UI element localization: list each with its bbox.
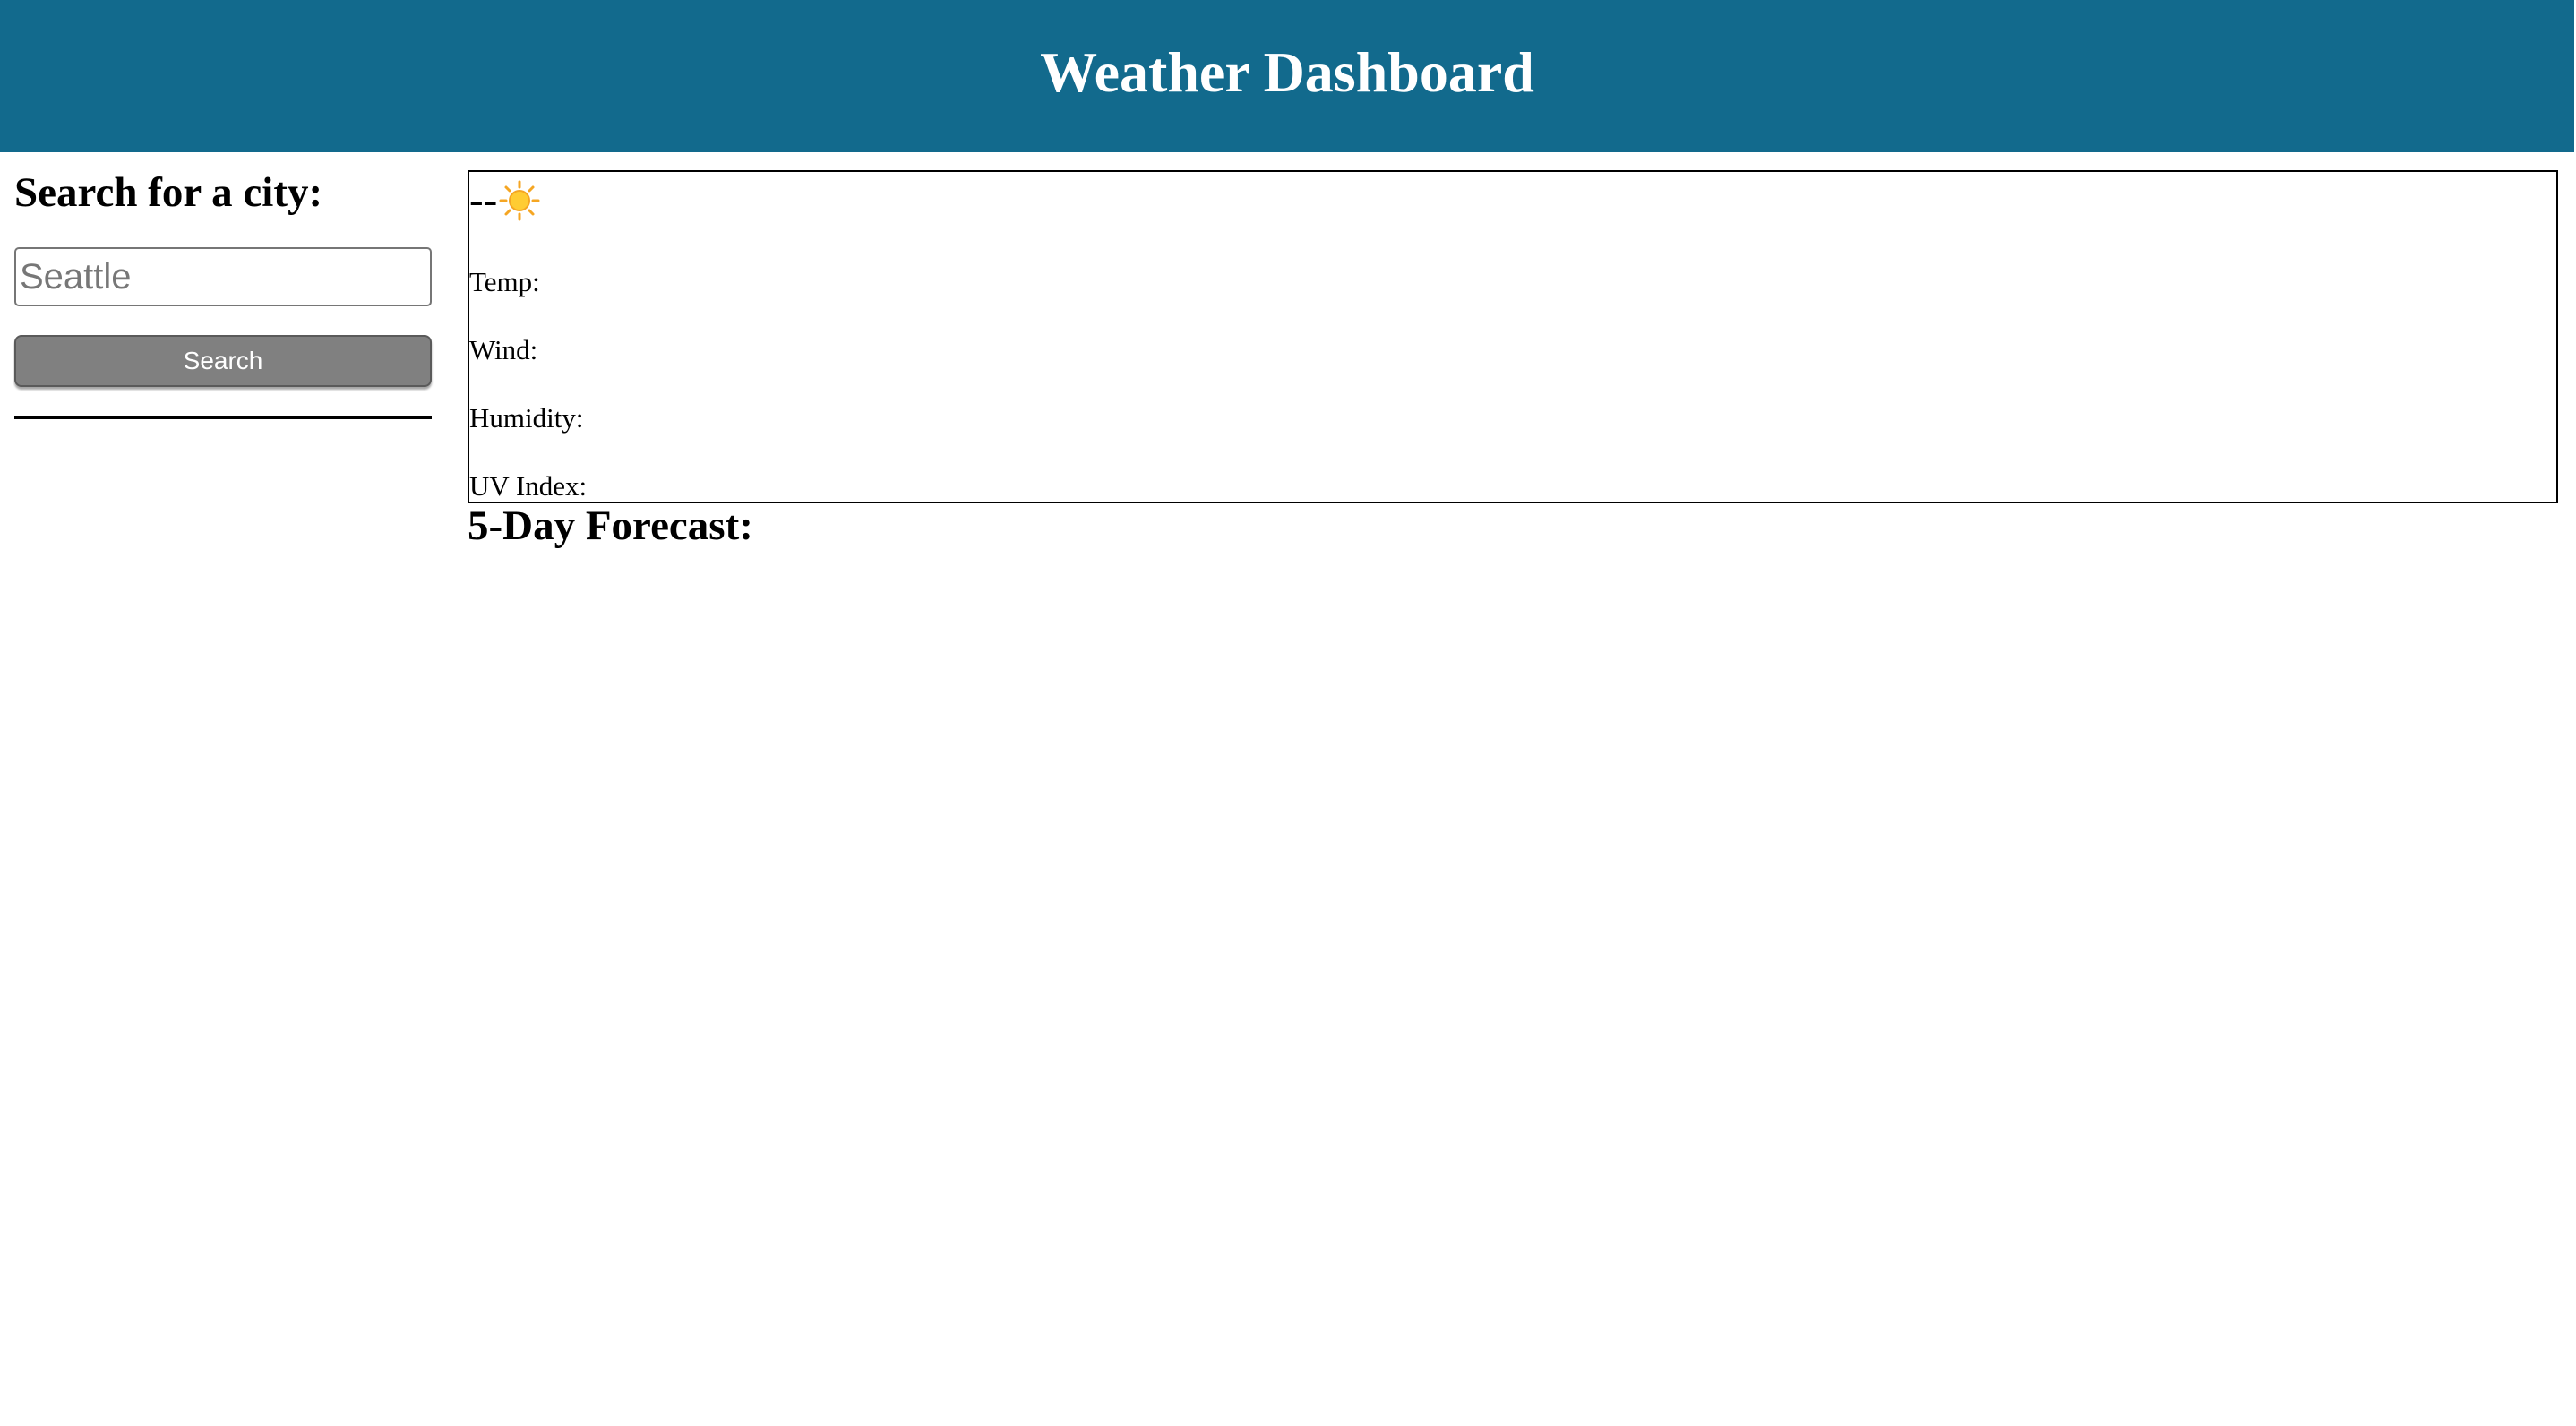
temp-label: Temp: (469, 266, 540, 297)
search-history-divider (14, 416, 432, 419)
uv-index-label: UV Index: (469, 470, 588, 502)
city-search-input[interactable] (14, 247, 432, 306)
search-button[interactable]: Search (14, 335, 432, 387)
wind-label: Wind: (469, 334, 538, 365)
current-weather-title: -- (469, 176, 540, 224)
search-sidebar: Search for a city: Search (14, 152, 432, 419)
page-title: Weather Dashboard (1040, 40, 1534, 104)
sun-icon (499, 180, 540, 221)
weather-dashboard-page: Weather Dashboard Search for a city: Sea… (0, 0, 2576, 1426)
current-weather-panel: -- Temp: Wind: Humidity: UV Index: (468, 170, 2558, 503)
current-city-name: -- (469, 176, 498, 223)
page-header: Weather Dashboard (0, 0, 2574, 152)
search-heading: Search for a city: (14, 169, 323, 216)
humidity-label: Humidity: (469, 402, 584, 434)
forecast-heading: 5-Day Forecast: (468, 503, 753, 549)
